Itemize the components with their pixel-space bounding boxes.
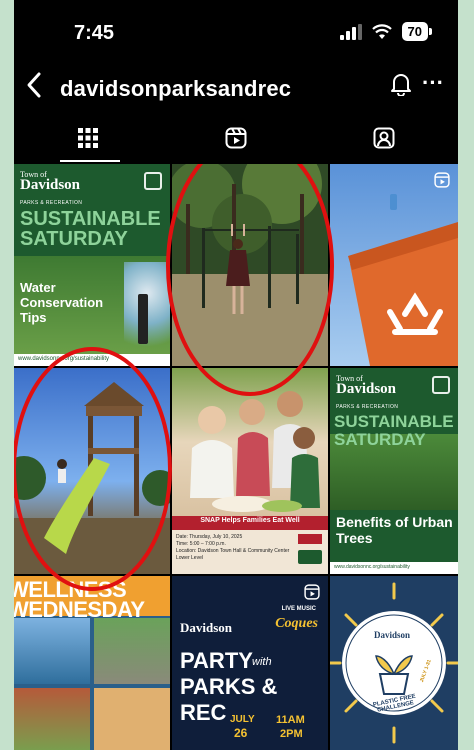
post-subtitle: Water Conservation Tips [20, 280, 104, 325]
status-icons: 70 [339, 22, 433, 41]
post-grid: Town of Davidson PARKS & RECREATION SUST… [14, 164, 458, 750]
logo-davidson: Davidson [180, 620, 233, 635]
playground-slide-image [14, 382, 170, 574]
tagged-icon [373, 127, 395, 149]
post-footer-url: www.davidsonnc.org/sustainability [18, 356, 110, 362]
event-day: 26 [234, 726, 248, 740]
family-photo-image [190, 391, 320, 512]
post-title-a: SUSTAINABLE [334, 412, 454, 431]
signal-icon [339, 23, 362, 40]
recycle-bin-image [348, 194, 458, 366]
with-text: with [252, 656, 272, 668]
snap-location: Location: Davidson Town Hall & Community… [176, 548, 290, 561]
post-title-b: SATURDAY [20, 228, 128, 250]
dept-label: PARKS & RECREATION [20, 200, 83, 206]
wifi-icon [371, 23, 392, 39]
phone-screen: 7:45 70 davidsonparksandrec ··· Town of … [14, 0, 458, 750]
multi-photo-icon [432, 376, 450, 394]
logo-davidson: Davidson [20, 177, 81, 193]
party-text: PARTY [180, 648, 253, 673]
status-time: 7:45 [74, 22, 115, 44]
event-time-end: 2PM [280, 728, 303, 740]
post-sustainable-saturday-water[interactable]: Town of Davidson PARKS & RECREATION SUST… [14, 164, 170, 366]
fitness-photo-image [172, 164, 328, 366]
post-title-a: SUSTAINABLE [20, 208, 161, 230]
snap-info: Date: Thursday, July 10, 2025 Time: 5:00… [176, 534, 294, 562]
profile-header: davidsonparksandrec ··· [14, 66, 458, 114]
profile-tabs [14, 114, 458, 164]
logo-davidson: Davidson [336, 381, 397, 397]
event-time-start: 11AM [276, 714, 305, 726]
snap-time: Time: 5:00 – 7:00 p.m. [176, 541, 226, 547]
post-playground-photo[interactable] [14, 368, 170, 574]
logo-davidson: Davidson [374, 630, 411, 640]
post-title-b: SATURDAY [334, 430, 426, 449]
event-month: JULY [230, 714, 255, 725]
post-subtitle: Benefits of Urban Trees [336, 514, 453, 546]
snap-date: Date: Thursday, July 10, 2025 [176, 534, 243, 540]
reels-icon [225, 127, 247, 149]
post-footer-url: www.davidsonnc.org/sustainability [334, 564, 410, 570]
reel-icon [434, 172, 450, 188]
post-plastic-free-challenge[interactable]: Davidson PLASTIC FREE CHALLENGE JULY 1-3… [330, 576, 458, 750]
reel-icon [304, 584, 320, 600]
tab-grid[interactable] [14, 114, 162, 162]
wellness-title: WELLNESS WEDNESDAY [14, 577, 145, 622]
tab-selected-indicator [60, 160, 120, 162]
profile-username: davidsonparksandrec [60, 76, 292, 101]
post-sustainable-saturday-trees[interactable]: Town of Davidson PARKS & RECREATION SUST… [330, 368, 458, 574]
snap-banner: SNAP Helps Families Eat Well [200, 517, 300, 524]
dept-label: PARKS & RECREATION [336, 404, 399, 410]
live-music-label: LIVE MUSIC [281, 606, 316, 612]
post-wellness-wednesday[interactable]: WELLNESS WEDNESDAY [14, 576, 170, 750]
sunburst-graphic [330, 582, 458, 744]
post-recycling-reel[interactable] [330, 164, 458, 366]
bell-icon[interactable] [390, 72, 412, 96]
more-options-icon[interactable]: ··· [422, 70, 444, 96]
post-outdoor-fitness-photo[interactable] [172, 164, 328, 366]
tab-tagged[interactable] [310, 114, 458, 162]
multi-photo-icon [144, 172, 162, 190]
grid-icon [78, 128, 98, 148]
back-icon[interactable] [24, 70, 44, 106]
post-snap-flyer[interactable]: SNAP Helps Families Eat Well Date: Thurs… [172, 368, 328, 574]
post-party-parks-rec[interactable]: Davidson LIVE MUSIC Coques PARTY with PA… [172, 576, 328, 750]
band-name: Coques [275, 616, 318, 631]
status-bar: 7:45 70 [14, 0, 458, 66]
tab-reels[interactable] [162, 114, 310, 162]
battery-icon: 70 [401, 22, 433, 41]
